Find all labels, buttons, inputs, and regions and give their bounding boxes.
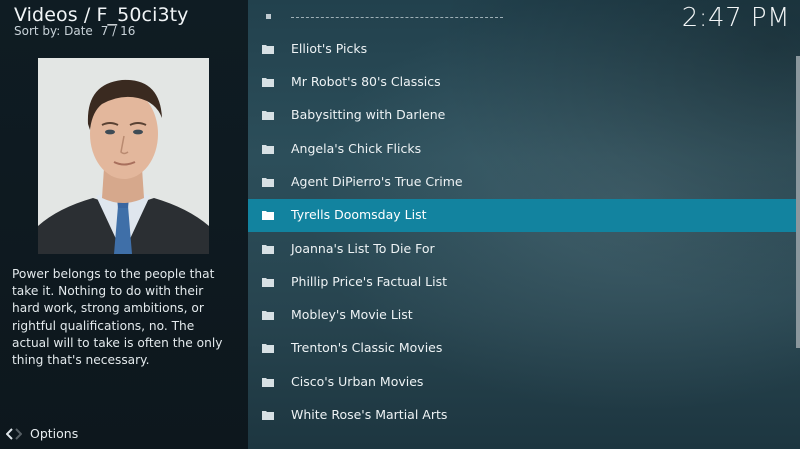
folder-icon	[262, 411, 274, 420]
list-item[interactable]: Angela's Chick Flicks	[248, 133, 796, 166]
item-counter: 7 / 16	[100, 24, 136, 38]
folder-icon	[262, 245, 274, 254]
list-item[interactable]: Mr Robot's 80's Classics	[248, 66, 796, 99]
clock: 2:47 PM	[681, 3, 790, 33]
list-item-label: Mobley's Movie List	[291, 307, 413, 322]
list-item[interactable]: White Rose's Martial Arts	[248, 399, 796, 432]
options-button[interactable]: Options	[5, 426, 79, 441]
list-item-label: Joanna's List To Die For	[291, 241, 435, 256]
folder-icon	[262, 178, 274, 187]
list-item-label: Tyrells Doomsday List	[291, 207, 427, 222]
list-item[interactable]: Cisco's Urban Movies	[248, 366, 796, 399]
folder-icon	[262, 311, 274, 320]
info-panel: Videos / F_50ci3ty Sort by: Date 7 / 16	[0, 0, 248, 449]
folder-icon	[262, 145, 274, 154]
scrollbar[interactable]	[796, 56, 800, 348]
file-list: 2:47 PM Elliot's Picks Mr Robot's 80's C…	[248, 0, 800, 449]
folder-icon	[262, 211, 274, 220]
options-arrows-icon	[5, 427, 23, 441]
folder-icon	[262, 45, 274, 54]
parent-folder-divider	[291, 17, 503, 18]
folder-icon	[262, 344, 274, 353]
list-item[interactable]: Phillip Price's Factual List	[248, 266, 796, 299]
list-item-label: Elliot's Picks	[291, 41, 368, 56]
list-item[interactable]: Mobley's Movie List	[248, 299, 796, 332]
options-label: Options	[30, 426, 79, 441]
list-item[interactable]: Joanna's List To Die For	[248, 233, 796, 266]
list-item-label: Babysitting with Darlene	[291, 107, 446, 122]
folder-icon	[262, 78, 274, 87]
sort-status: Sort by: Date 7 / 16	[14, 24, 135, 38]
list-item-label: Angela's Chick Flicks	[291, 141, 422, 156]
list-item-label: Phillip Price's Factual List	[291, 274, 448, 289]
list-item[interactable]: Trenton's Classic Movies	[248, 332, 796, 365]
item-description: Power belongs to the people that take it…	[12, 267, 223, 368]
list-item-label: Trenton's Classic Movies	[291, 340, 443, 355]
list-item-label: Mr Robot's 80's Classics	[291, 74, 441, 89]
list-item-selected[interactable]: Tyrells Doomsday List	[248, 199, 796, 232]
poster-image	[38, 58, 209, 254]
portrait-illustration	[38, 58, 209, 254]
folder-icon	[262, 111, 274, 120]
parent-folder-icon	[266, 14, 271, 19]
list-item-label: White Rose's Martial Arts	[291, 407, 448, 422]
list-item-label: Agent DiPierro's True Crime	[291, 174, 463, 189]
folder-icon	[262, 378, 274, 387]
sort-label: Sort by: Date	[14, 24, 93, 38]
page-title: Videos / F_50ci3ty	[14, 4, 189, 26]
list-item[interactable]: Agent DiPierro's True Crime	[248, 166, 796, 199]
folder-icon	[262, 278, 274, 287]
list-item[interactable]: Babysitting with Darlene	[248, 99, 796, 132]
list-item[interactable]: Elliot's Picks	[248, 33, 796, 66]
list-item-label: Cisco's Urban Movies	[291, 374, 424, 389]
